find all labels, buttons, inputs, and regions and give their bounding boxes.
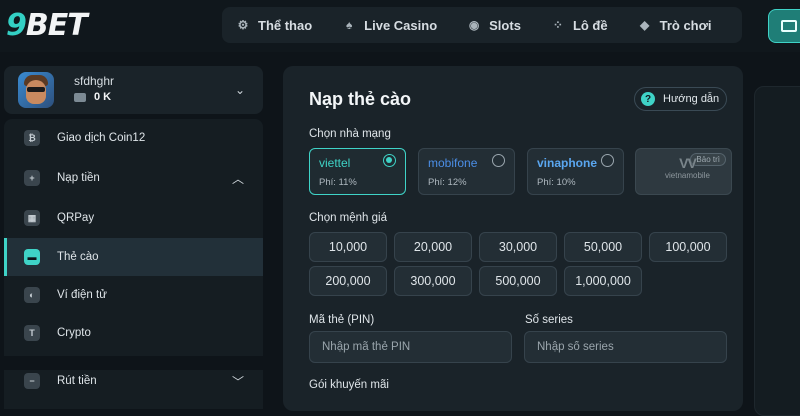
scratch-card-panel: Nạp thẻ cào ? Hướng dẫn Chọn nhà mạng vie… bbox=[283, 66, 743, 411]
chevron-up-icon: ︿ bbox=[232, 171, 245, 186]
avatar bbox=[18, 72, 54, 108]
logo[interactable]: 9BET bbox=[6, 8, 88, 43]
withdraw-icon: − bbox=[24, 373, 40, 389]
crypto-icon: T bbox=[24, 325, 40, 341]
sports-icon: ⚙ bbox=[237, 18, 249, 32]
sidebar-item-withdraw[interactable]: − Rút tiền ﹀ bbox=[4, 362, 263, 400]
card-icon: ▬ bbox=[24, 249, 40, 265]
nav-item-live-casino[interactable]: ♠ Live Casino bbox=[342, 7, 437, 43]
amount-option[interactable]: 10,000 bbox=[309, 232, 387, 262]
carrier-label: Chọn nhà mạng bbox=[309, 128, 391, 140]
username: sfdhghr bbox=[74, 74, 115, 88]
games-icon: ◆ bbox=[639, 18, 650, 32]
coin-icon: ₿ bbox=[24, 130, 40, 146]
balance: 0 K bbox=[74, 91, 111, 103]
radio-unselected[interactable] bbox=[492, 154, 505, 167]
sidebar-item-deposit[interactable]: + Nạp tiền ︿ bbox=[4, 159, 263, 197]
lottery-icon: ⁘ bbox=[552, 18, 563, 32]
serial-label: Số series bbox=[525, 314, 573, 326]
nav-item-lottery[interactable]: ⁘ Lô đề bbox=[551, 7, 608, 43]
radio-selected[interactable] bbox=[383, 154, 396, 167]
casino-icon: ♠ bbox=[345, 18, 353, 32]
sidebar-menu: ₿ Giao dịch Coin12 + Nạp tiền ︿ ▦ QRPay ▬ Th… bbox=[4, 119, 263, 409]
main-nav: ⚙ Thể thao ♠ Live Casino ◉ Slots ⁘ Lô đề ◆ Tr… bbox=[222, 7, 742, 43]
carrier-option-vinaphone[interactable]: vinaphone Phí: 10% bbox=[527, 148, 624, 195]
guide-button[interactable]: ? Hướng dẫn bbox=[634, 87, 727, 111]
side-panel bbox=[754, 86, 800, 416]
chevron-down-icon: ﹀ bbox=[232, 374, 245, 389]
top-bar: 9BET ⚙ Thể thao ♠ Live Casino ◉ Slots ⁘ Lô đ… bbox=[0, 0, 800, 52]
carrier-option-vietnamobile: Bảo trì VV vietnamobile bbox=[635, 148, 732, 195]
amount-option[interactable]: 200,000 bbox=[309, 266, 387, 296]
sidebar-item-coin12[interactable]: ₿ Giao dịch Coin12 bbox=[4, 119, 263, 157]
qr-icon: ▦ bbox=[24, 210, 40, 226]
amount-option[interactable]: 300,000 bbox=[394, 266, 472, 296]
sidebar-item-crypto[interactable]: T Crypto bbox=[4, 314, 263, 352]
sidebar-item-ewallet[interactable]: ◐ Ví điện tử bbox=[4, 276, 263, 314]
vinaphone-logo: vinaphone bbox=[537, 156, 598, 170]
sidebar-item-scratch-card[interactable]: ▬ Thẻ cào bbox=[4, 238, 263, 276]
nav-item-games[interactable]: ◆ Trò chơi bbox=[638, 7, 712, 43]
carrier-option-mobifone[interactable]: mobifone Phí: 12% bbox=[418, 148, 515, 195]
amount-option[interactable]: 100,000 bbox=[649, 232, 727, 262]
amount-option[interactable]: 1,000,000 bbox=[564, 266, 642, 296]
amount-option[interactable]: 30,000 bbox=[479, 232, 557, 262]
nav-item-slots[interactable]: ◉ Slots bbox=[467, 7, 521, 43]
promo-label: Gói khuyến mãi bbox=[309, 379, 389, 391]
slots-icon: ◉ bbox=[468, 18, 480, 32]
mobifone-logo: mobifone bbox=[428, 156, 478, 170]
sidebar-item-qrpay[interactable]: ▦ QRPay bbox=[4, 199, 263, 237]
amount-option[interactable]: 20,000 bbox=[394, 232, 472, 262]
ewallet-icon: ◐ bbox=[24, 287, 40, 303]
serial-input[interactable] bbox=[524, 331, 727, 363]
amount-option[interactable]: 50,000 bbox=[564, 232, 642, 262]
wallet-small-icon bbox=[74, 92, 86, 102]
pin-label: Mã thẻ (PIN) bbox=[309, 314, 375, 326]
profile-card[interactable]: sfdhghr 0 K ⌄ bbox=[4, 66, 263, 114]
nav-item-sports[interactable]: ⚙ Thể thao bbox=[236, 7, 313, 43]
carrier-option-viettel[interactable]: viettel Phí: 11% bbox=[309, 148, 406, 195]
viettel-logo: viettel bbox=[319, 156, 351, 170]
chevron-down-icon[interactable]: ⌄ bbox=[235, 83, 249, 97]
help-icon: ? bbox=[641, 92, 655, 106]
deposit-icon: + bbox=[24, 170, 40, 186]
wallet-button[interactable] bbox=[768, 9, 800, 43]
amount-label: Chọn mệnh giá bbox=[309, 212, 387, 224]
amount-option[interactable]: 500,000 bbox=[479, 266, 557, 296]
pin-input[interactable] bbox=[309, 331, 512, 363]
radio-unselected[interactable] bbox=[601, 154, 614, 167]
page-title: Nạp thẻ cào bbox=[309, 89, 412, 109]
wallet-icon bbox=[781, 20, 797, 32]
vietnamobile-logo: VV vietnamobile bbox=[665, 155, 710, 180]
